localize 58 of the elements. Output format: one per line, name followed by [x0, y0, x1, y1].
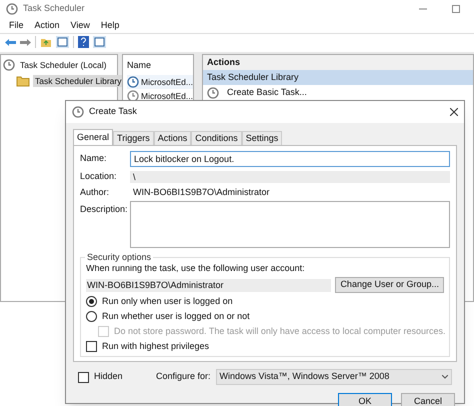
tree-item[interactable]: Task Scheduler (Local): [18, 58, 108, 72]
create-task-link[interactable]: Create Basic Task...: [203, 85, 473, 101]
author-value: WIN-BO6BI1S9B7O\Administrator: [132, 186, 271, 199]
app-clock-icon: [6, 3, 18, 15]
maximize-icon[interactable]: [452, 5, 460, 13]
clock-icon: [127, 76, 139, 88]
checkbox[interactable]: [78, 372, 89, 382]
dialog-button[interactable]: Cancel: [401, 393, 455, 406]
tab[interactable]: Conditions: [191, 131, 242, 145]
menu-item[interactable]: Action: [34, 18, 60, 32]
menu-item[interactable]: View: [70, 18, 90, 32]
tab[interactable]: General: [73, 129, 114, 145]
field-label: Location:: [80, 170, 118, 184]
clock-icon: [3, 59, 15, 71]
location-value: \: [130, 171, 450, 183]
account-prompt: When running the task, use the following user account:: [86, 262, 306, 275]
configure-label: Configure for:: [156, 370, 211, 384]
panel-icon[interactable]: [56, 36, 69, 48]
forward-arrow-icon[interactable]: [20, 38, 31, 46]
tree-item[interactable]: Task Scheduler Library: [33, 74, 124, 88]
description-field[interactable]: [130, 201, 450, 248]
tab[interactable]: Triggers: [113, 131, 154, 145]
hidden-label: Hidden: [94, 370, 124, 384]
task-wizard-icon: [207, 87, 219, 99]
dialog-title: Create Task: [89, 105, 137, 118]
option-label: Run only when user is logged on: [102, 294, 233, 308]
radio-button[interactable]: [86, 296, 97, 307]
option-label: Run with highest privileges: [102, 340, 210, 353]
help-icon[interactable]: [78, 36, 89, 48]
close-icon[interactable]: [450, 108, 458, 116]
option-label: Run whether user is logged on or not: [102, 310, 250, 323]
option-label: Do not store password. The task will only have access to local computer resources.: [114, 324, 446, 338]
field-label: Author:: [80, 186, 110, 199]
task-row[interactable]: MicrosoftEd...: [127, 75, 193, 89]
radio-button[interactable]: [86, 311, 97, 322]
folder-up-icon[interactable]: [40, 36, 52, 48]
configure-dropdown[interactable]: Windows Vista™, Windows Server™ 2008: [216, 369, 452, 385]
change-user-button[interactable]: Change User or Group...: [335, 277, 444, 293]
checkbox[interactable]: [86, 341, 97, 352]
name-field[interactable]: Lock bitlocker on Logout.: [130, 151, 450, 167]
folder-icon: [16, 75, 30, 87]
group-title: Security options: [85, 251, 154, 264]
dialog-button[interactable]: OK: [338, 393, 392, 406]
panel-icon[interactable]: [93, 36, 106, 48]
actions-section[interactable]: Task Scheduler Library: [203, 70, 473, 85]
caret-icon: [442, 375, 448, 379]
column-header: Name: [127, 59, 152, 72]
account-value: WIN-BO6BI1S9B7O\Administrator: [86, 278, 332, 292]
tab[interactable]: Actions: [154, 131, 192, 145]
clock-icon: [72, 106, 84, 118]
actions-header: Actions: [203, 55, 473, 70]
menu-item[interactable]: Help: [100, 18, 120, 32]
field-label: Description:: [80, 203, 129, 216]
tab[interactable]: Settings: [242, 131, 282, 145]
window-title: Task Scheduler: [23, 2, 85, 16]
field-label: Name:: [80, 152, 108, 166]
back-arrow-icon[interactable]: [5, 38, 16, 46]
menu-item[interactable]: File: [9, 18, 24, 32]
